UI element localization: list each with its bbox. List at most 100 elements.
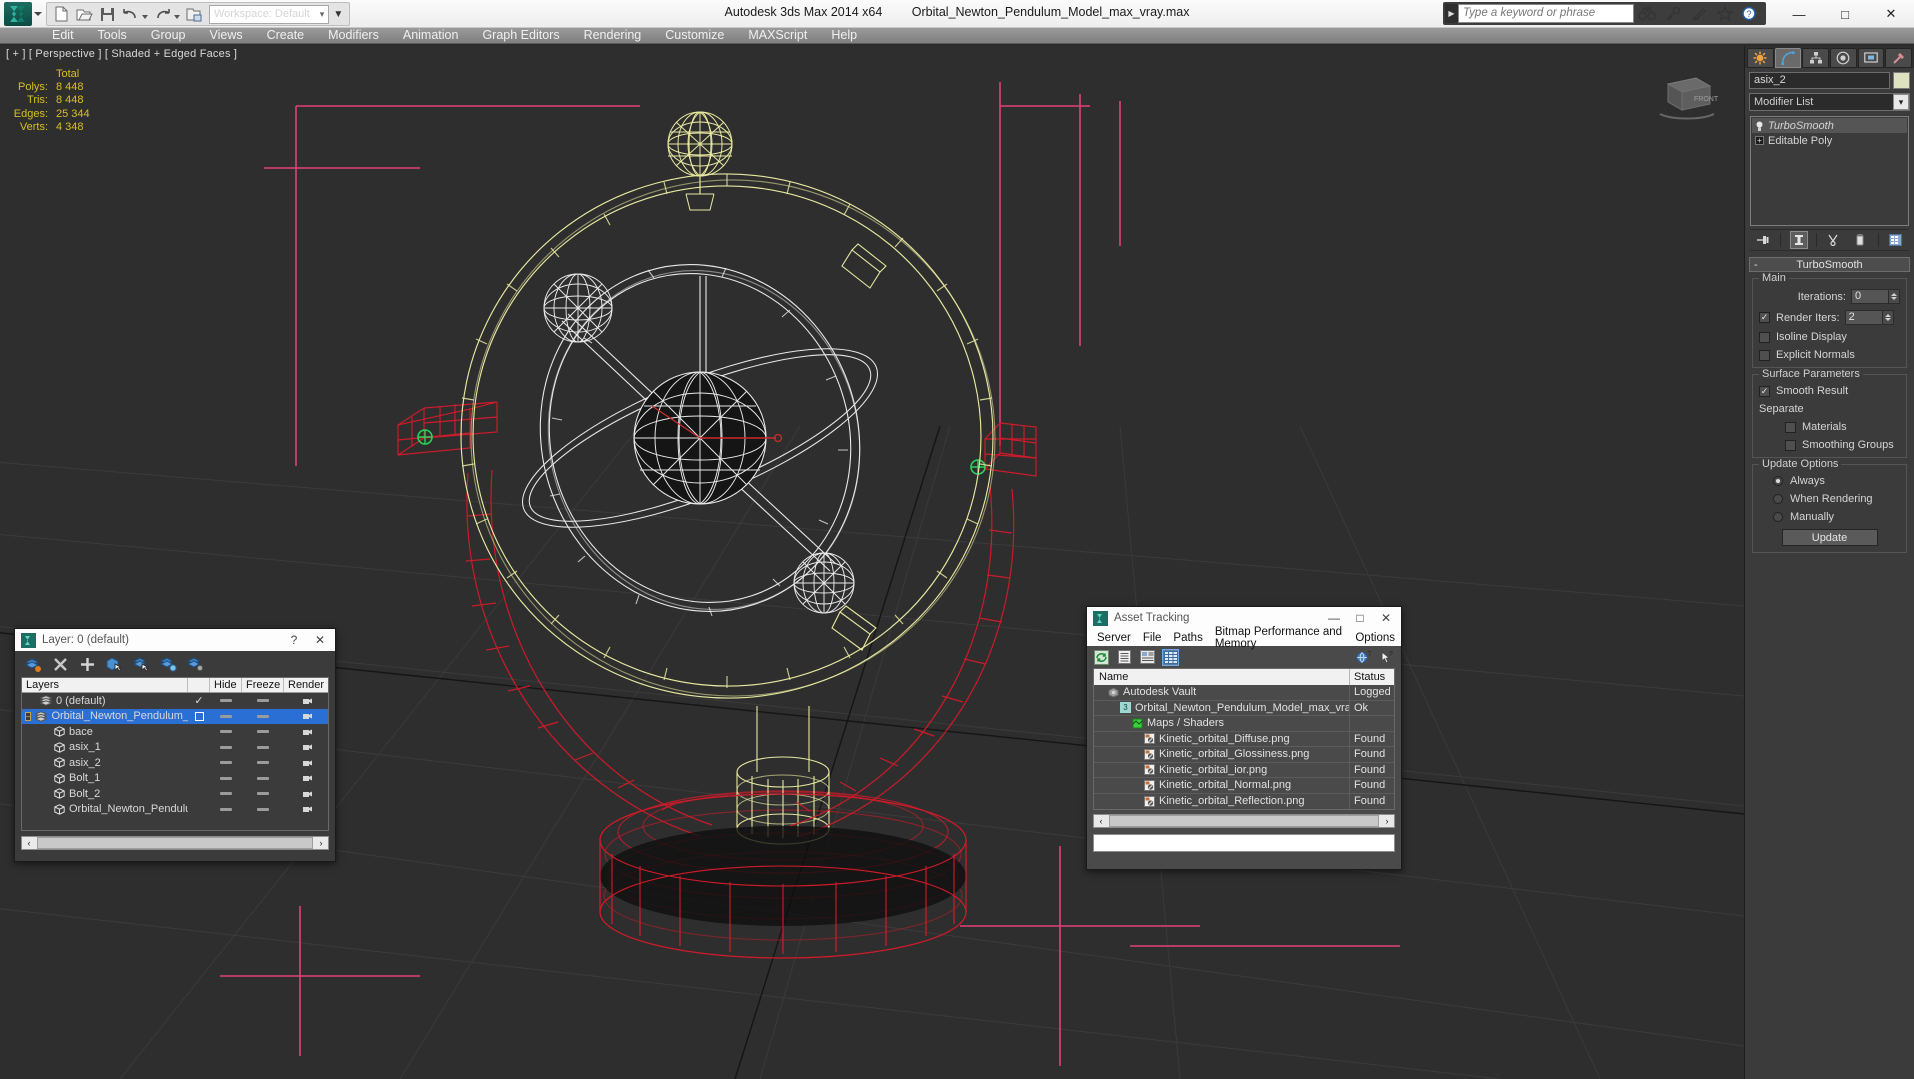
render-toggle[interactable]: [284, 742, 328, 752]
layer-row-default[interactable]: 0 (default) ✓: [22, 693, 328, 709]
asset-row-glossiness[interactable]: Kinetic_orbital_Glossiness.png Found: [1094, 747, 1394, 763]
hide-toggle[interactable]: [210, 807, 242, 811]
layer-table[interactable]: Layers Hide Freeze Render 0 (default) ✓: [21, 677, 329, 831]
menu-item-customize[interactable]: Customize: [653, 26, 736, 44]
help-globe-icon[interactable]: ?: [1355, 649, 1372, 666]
asset-menu-options[interactable]: Options: [1349, 632, 1401, 644]
explicit-normals-row[interactable]: Explicit Normals: [1759, 349, 1900, 361]
layer-horizontal-scrollbar[interactable]: ‹ ›: [21, 836, 329, 850]
delete-layer-icon[interactable]: [52, 656, 69, 673]
asset-tracking-status-field[interactable]: [1093, 834, 1395, 852]
asset-row-autodesk-vault[interactable]: Autodesk Vault Logged: [1094, 685, 1394, 701]
isoline-display-checkbox[interactable]: [1759, 331, 1770, 343]
workspace-more-icon[interactable]: ▼: [330, 4, 346, 24]
smoothing-groups-row[interactable]: Smoothing Groups: [1759, 439, 1900, 451]
materials-row[interactable]: Materials: [1759, 421, 1900, 433]
set-project-folder-icon[interactable]: [183, 4, 205, 24]
save-file-icon[interactable]: [96, 4, 118, 24]
layer-row-bace[interactable]: bace: [22, 724, 328, 740]
viewport-label[interactable]: [ + ] [ Perspective ] [ Shaded + Edged F…: [6, 48, 237, 60]
redo-icon[interactable]: [151, 4, 173, 24]
layer-row-asix-2[interactable]: asix_2: [22, 755, 328, 771]
explicit-normals-checkbox[interactable]: [1759, 349, 1770, 361]
freeze-toggle[interactable]: [242, 745, 284, 749]
binoculars-icon[interactable]: [1634, 3, 1660, 24]
favorites-star-icon[interactable]: [1712, 3, 1738, 24]
stack-item-turbosmooth[interactable]: TurboSmooth: [1752, 118, 1907, 133]
asset-tracking-close-button[interactable]: ✕: [1373, 608, 1399, 628]
rollout-collapse-icon[interactable]: -: [1754, 259, 1758, 271]
make-unique-icon[interactable]: [1825, 231, 1843, 249]
update-option-always[interactable]: Always: [1759, 475, 1900, 487]
app-menu-caret-icon[interactable]: [34, 12, 42, 16]
menu-item-animation[interactable]: Animation: [391, 26, 471, 44]
workspace-selector[interactable]: Workspace: Default ▾: [209, 4, 330, 24]
hide-toggle[interactable]: [210, 745, 242, 749]
asset-row-reflection[interactable]: Kinetic_orbital_Reflection.png Found: [1094, 793, 1394, 809]
render-toggle[interactable]: [284, 789, 328, 799]
render-toggle[interactable]: [284, 696, 328, 706]
menu-item-rendering[interactable]: Rendering: [572, 26, 654, 44]
undo-icon[interactable]: [119, 4, 141, 24]
lightbulb-icon[interactable]: [1755, 121, 1764, 131]
key-icon[interactable]: [1660, 3, 1686, 24]
hide-toggle[interactable]: [210, 761, 242, 765]
hierarchy-tab[interactable]: [1802, 48, 1830, 68]
select-highlighted-objects-icon[interactable]: [133, 656, 150, 673]
menu-item-modifiers[interactable]: Modifiers: [316, 26, 391, 44]
asset-menu-server[interactable]: Server: [1091, 632, 1137, 644]
current-layer-check[interactable]: ✓: [188, 694, 210, 707]
freeze-toggle[interactable]: [242, 776, 284, 780]
menu-item-edit[interactable]: Edit: [40, 26, 86, 44]
current-layer-box[interactable]: [188, 711, 210, 721]
refresh-icon[interactable]: [1093, 649, 1110, 666]
asset-row-normal[interactable]: Kinetic_orbital_Normal.png Found: [1094, 778, 1394, 794]
asset-menu-bitmap-performance-and-memory[interactable]: Bitmap Performance and Memory: [1209, 626, 1350, 650]
modify-tab[interactable]: [1774, 48, 1802, 68]
show-end-result-icon[interactable]: [1789, 231, 1808, 249]
expand-collapse-icon[interactable]: –: [25, 711, 32, 721]
asset-row-diffuse[interactable]: Kinetic_orbital_Diffuse.png Found: [1094, 731, 1394, 747]
minimize-button[interactable]: —: [1776, 0, 1822, 28]
help-pointer-icon[interactable]: ?: [1378, 649, 1395, 666]
iterations-spinner[interactable]: 0: [1851, 289, 1900, 304]
asset-row-max-file[interactable]: 3 Orbital_Newton_Pendulum_Model_max_vray…: [1094, 700, 1394, 716]
viewcube[interactable]: FRONT: [1652, 68, 1722, 120]
asset-tracking-maximize-button[interactable]: □: [1347, 608, 1373, 628]
display-tab[interactable]: [1857, 48, 1885, 68]
scroll-left-arrow-icon[interactable]: ‹: [1094, 816, 1108, 826]
stack-item-editable-poly[interactable]: + Editable Poly: [1752, 133, 1907, 148]
layer-dialog-help-button[interactable]: ?: [281, 630, 307, 650]
create-tab[interactable]: [1747, 48, 1774, 68]
menu-item-tools[interactable]: Tools: [86, 26, 139, 44]
when-rendering-radio[interactable]: [1773, 494, 1783, 504]
maximize-button[interactable]: □: [1822, 0, 1868, 28]
freeze-toggle[interactable]: [242, 699, 284, 703]
freeze-toggle[interactable]: [242, 792, 284, 796]
object-color-swatch[interactable]: [1893, 72, 1910, 89]
rollout-header[interactable]: - TurboSmooth: [1749, 257, 1910, 272]
motion-tab[interactable]: [1830, 48, 1857, 68]
menu-item-views[interactable]: Views: [197, 26, 254, 44]
utilities-tab[interactable]: [1885, 48, 1913, 68]
details-view-icon[interactable]: [1139, 649, 1156, 666]
update-option-when-rendering[interactable]: When Rendering: [1759, 493, 1900, 505]
smoothing-groups-checkbox[interactable]: [1785, 439, 1796, 451]
scroll-right-arrow-icon[interactable]: ›: [1380, 816, 1394, 826]
asset-row-maps-shaders[interactable]: Maps / Shaders: [1094, 716, 1394, 732]
iterations-value[interactable]: 0: [1851, 289, 1889, 304]
iterations-spinner-arrows[interactable]: [1889, 289, 1900, 304]
render-toggle[interactable]: [284, 711, 328, 721]
smooth-result-checkbox[interactable]: ✓: [1759, 385, 1770, 397]
undo-dropdown-icon[interactable]: [142, 15, 148, 19]
search-expand-icon[interactable]: ▶: [1445, 4, 1458, 23]
layer-properties-icon[interactable]: [187, 656, 204, 673]
layer-row-asix-1[interactable]: asix_1: [22, 740, 328, 756]
render-toggle[interactable]: [284, 758, 328, 768]
expand-plus-icon[interactable]: +: [1755, 136, 1764, 145]
object-name-field[interactable]: asix_2: [1749, 72, 1890, 89]
manually-radio[interactable]: [1773, 512, 1783, 522]
pin-stack-icon[interactable]: [1754, 231, 1772, 249]
list-view-icon[interactable]: [1116, 649, 1133, 666]
hide-toggle[interactable]: [210, 699, 242, 703]
